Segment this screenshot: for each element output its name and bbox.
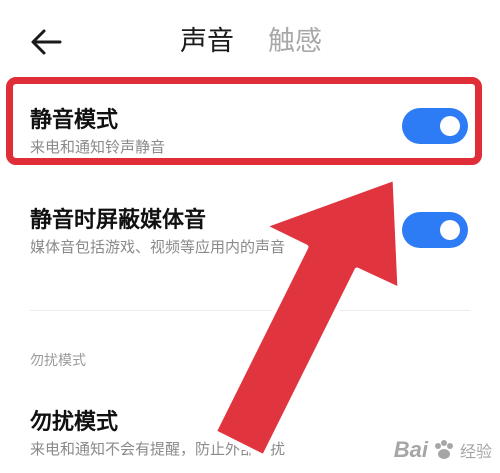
watermark-brand: Bai [393,437,428,462]
mute-media-toggle[interactable] [402,212,468,248]
arrow-left-icon [31,29,62,55]
tab-sound[interactable]: 声音 [180,26,234,58]
watermark: Bai 经验 [394,433,492,467]
header: 声音 触感 [0,0,500,82]
toggle-knob [440,116,460,136]
divider [30,310,470,311]
settings-screen: 声音 触感 静音模式 来电和通知铃声静音 静音时屏蔽媒体音 媒体音包括游戏、视频… [0,0,500,473]
tab-haptics[interactable]: 触感 [268,26,322,58]
paw-icon [434,440,453,459]
mute-media-subtitle: 媒体音包括游戏、视频等应用内的声音 [30,238,286,256]
watermark-tail: 经验 [459,444,492,461]
dnd-title: 勿扰模式 [30,410,119,435]
toggle-knob [440,220,460,240]
setting-row-mute-media[interactable]: 静音时屏蔽媒体音 媒体音包括游戏、视频等应用内的声音 [0,190,500,270]
dnd-subtitle: 来电和通知不会有提醒，防止外部打扰 [30,440,286,458]
dnd-section-label: 勿扰模式 [30,353,86,369]
mute-mode-title: 静音模式 [30,108,119,133]
back-button[interactable] [26,24,66,60]
mute-mode-subtitle: 来电和通知铃声静音 [30,138,166,156]
mute-mode-toggle[interactable] [402,108,468,144]
mute-media-title: 静音时屏蔽媒体音 [30,208,207,233]
setting-row-mute-mode[interactable]: 静音模式 来电和通知铃声静音 [0,82,500,166]
